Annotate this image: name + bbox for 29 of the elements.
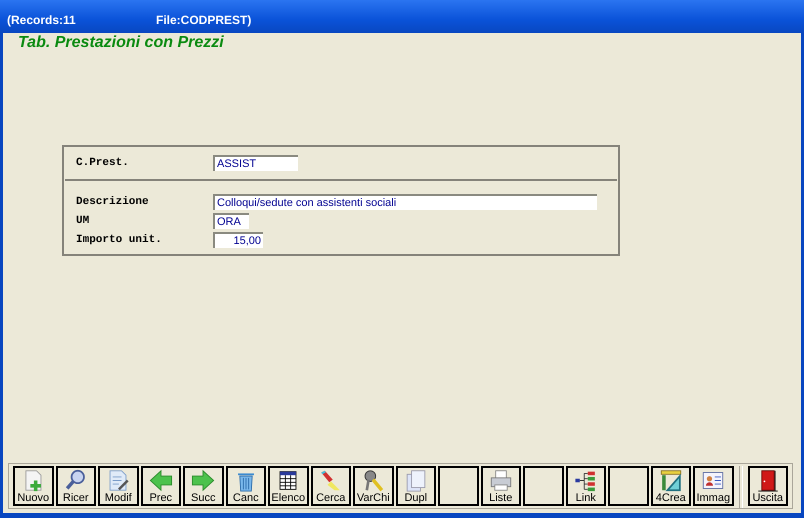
toolbar-button[interactable]: Elenco — [268, 466, 308, 506]
input-field[interactable]: ORA — [213, 212, 249, 228]
empty-button[interactable] — [608, 466, 648, 506]
empty-button[interactable] — [523, 466, 564, 506]
file-name: File:CODPREST) — [156, 13, 252, 27]
toolbar-button[interactable]: Canc — [226, 466, 266, 506]
toolbar-button[interactable]: Uscita — [748, 466, 788, 506]
toolbar-button[interactable]: Ricer — [56, 466, 96, 506]
records-count: (Records:11 — [7, 13, 77, 27]
field-label: Descrizione — [76, 196, 150, 208]
toolbar-button[interactable]: Liste — [480, 466, 521, 506]
toolbar-button[interactable]: Nuovo — [13, 466, 54, 506]
toolbar-button[interactable]: Immag — [693, 466, 734, 506]
toolbar-button[interactable]: Link — [566, 466, 606, 506]
input-field[interactable]: ASSIST — [213, 154, 298, 170]
field-label: UM — [76, 214, 90, 226]
toolbar-button[interactable]: Prec — [140, 466, 181, 506]
toolbar-button[interactable]: Succ — [183, 466, 224, 506]
field-label: C.Prest. — [76, 156, 130, 168]
number-field[interactable]: 15,00 — [213, 232, 263, 248]
toolbar-button[interactable]: Modif — [98, 466, 138, 506]
toolbar-button[interactable]: VarChi — [353, 466, 394, 506]
input-field[interactable]: Colloqui/sedute con assistenti sociali — [213, 194, 597, 210]
toolbar-button[interactable]: 4Crea — [650, 466, 691, 506]
toolbar-button[interactable]: Cerca — [310, 466, 351, 506]
field-label: Importo unit. — [76, 234, 163, 246]
toolbar-button[interactable]: Dupl — [396, 466, 436, 506]
form-heading: Tab. Prestazioni con Prezzi — [18, 34, 225, 52]
empty-button[interactable] — [438, 466, 478, 506]
